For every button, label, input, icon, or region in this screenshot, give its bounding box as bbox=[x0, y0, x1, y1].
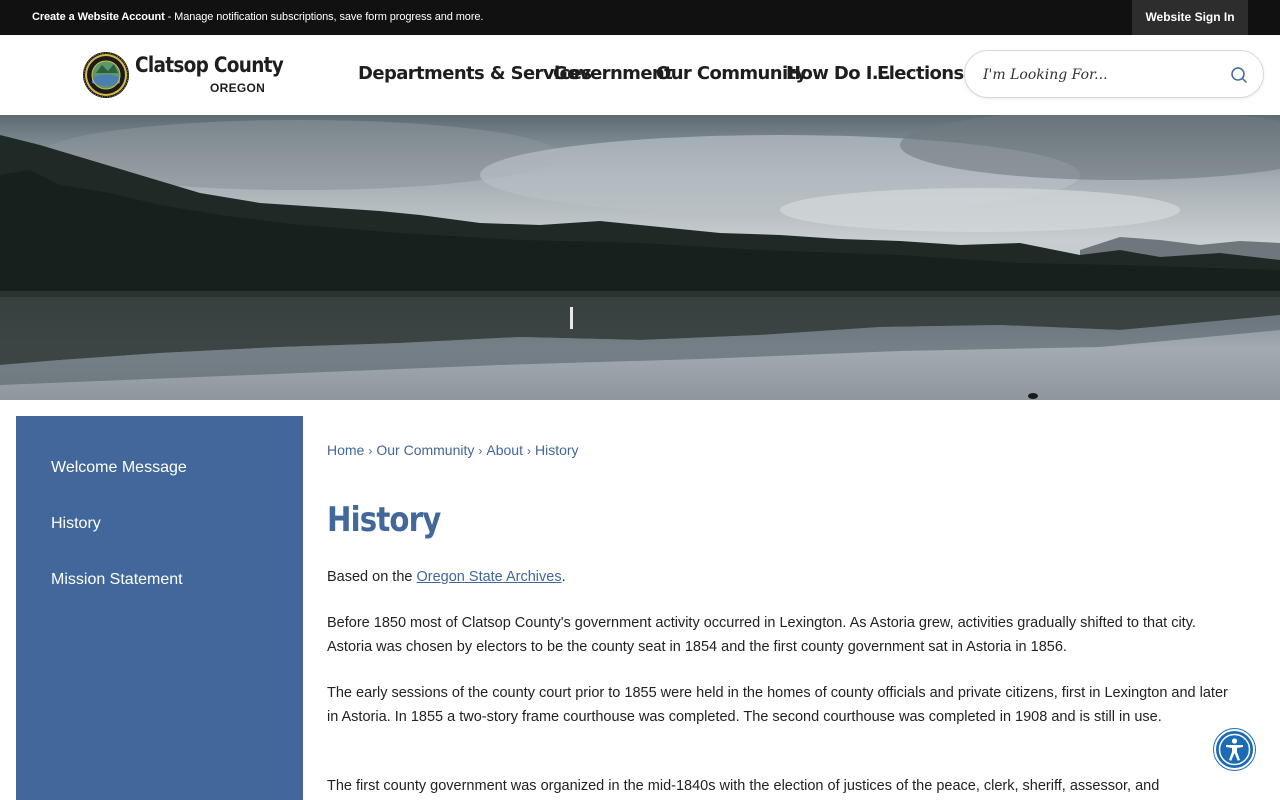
breadcrumb-home[interactable]: Home bbox=[327, 442, 364, 458]
website-sign-in-button[interactable]: Website Sign In bbox=[1132, 0, 1248, 35]
lake-forest-illustration bbox=[0, 115, 1280, 400]
breadcrumb: Home › Our Community › About › History bbox=[327, 442, 579, 458]
logo-county-name: Clatsop County bbox=[135, 53, 284, 77]
intro-prefix: Based on the bbox=[327, 569, 417, 585]
nav-our-community[interactable]: Our Community bbox=[656, 63, 807, 84]
section-sidebar: Welcome Message History Mission Statemen… bbox=[16, 416, 303, 800]
hero-banner-image bbox=[0, 115, 1280, 400]
page-title: History bbox=[327, 500, 441, 540]
accessibility-icon bbox=[1218, 733, 1251, 766]
oregon-state-archives-link[interactable]: Oregon State Archives bbox=[417, 569, 562, 585]
county-seal-icon bbox=[83, 52, 129, 98]
logo-state-name: OREGON bbox=[210, 81, 266, 95]
sidebar-item-history[interactable]: History bbox=[51, 515, 101, 533]
main-navigation: Departments & Services Government Our Co… bbox=[358, 63, 964, 91]
breadcrumb-history[interactable]: History bbox=[535, 442, 579, 458]
create-account-description: - Manage notification subscriptions, sav… bbox=[164, 11, 484, 23]
breadcrumb-our-community[interactable]: Our Community bbox=[376, 442, 474, 458]
nav-elections[interactable]: Elections bbox=[877, 63, 964, 84]
site-logo[interactable]: Clatsop County OREGON bbox=[82, 49, 284, 103]
content-paragraph: The early sessions of the county court p… bbox=[327, 685, 1228, 725]
top-bar: Create a Website Account - Manage notifi… bbox=[0, 0, 1280, 35]
intro-suffix: . bbox=[561, 569, 566, 585]
breadcrumb-separator: › bbox=[478, 444, 483, 458]
intro-paragraph: Based on the Oregon State Archives. bbox=[327, 566, 1237, 590]
site-header: Clatsop County OREGON Departments & Serv… bbox=[0, 35, 1280, 115]
search-input[interactable] bbox=[983, 63, 1223, 87]
nav-government[interactable]: Government bbox=[553, 63, 673, 84]
accessibility-button[interactable] bbox=[1214, 729, 1255, 770]
site-search bbox=[964, 50, 1264, 98]
sidebar-item-welcome-message[interactable]: Welcome Message bbox=[51, 459, 187, 477]
content-paragraph: The first county government was organize… bbox=[327, 778, 1160, 794]
breadcrumb-about[interactable]: About bbox=[486, 442, 523, 458]
breadcrumb-separator: › bbox=[368, 444, 373, 458]
breadcrumb-separator: › bbox=[526, 444, 531, 458]
search-icon[interactable] bbox=[1229, 65, 1249, 85]
nav-how-do-i[interactable]: How Do I... bbox=[786, 63, 891, 84]
sidebar-item-mission-statement[interactable]: Mission Statement bbox=[51, 571, 183, 589]
create-account-link[interactable]: Create a Website Account bbox=[32, 11, 165, 23]
content-paragraph: Before 1850 most of Clatsop County's gov… bbox=[327, 615, 1196, 655]
create-account-message: Create a Website Account - Manage notifi… bbox=[32, 11, 483, 23]
